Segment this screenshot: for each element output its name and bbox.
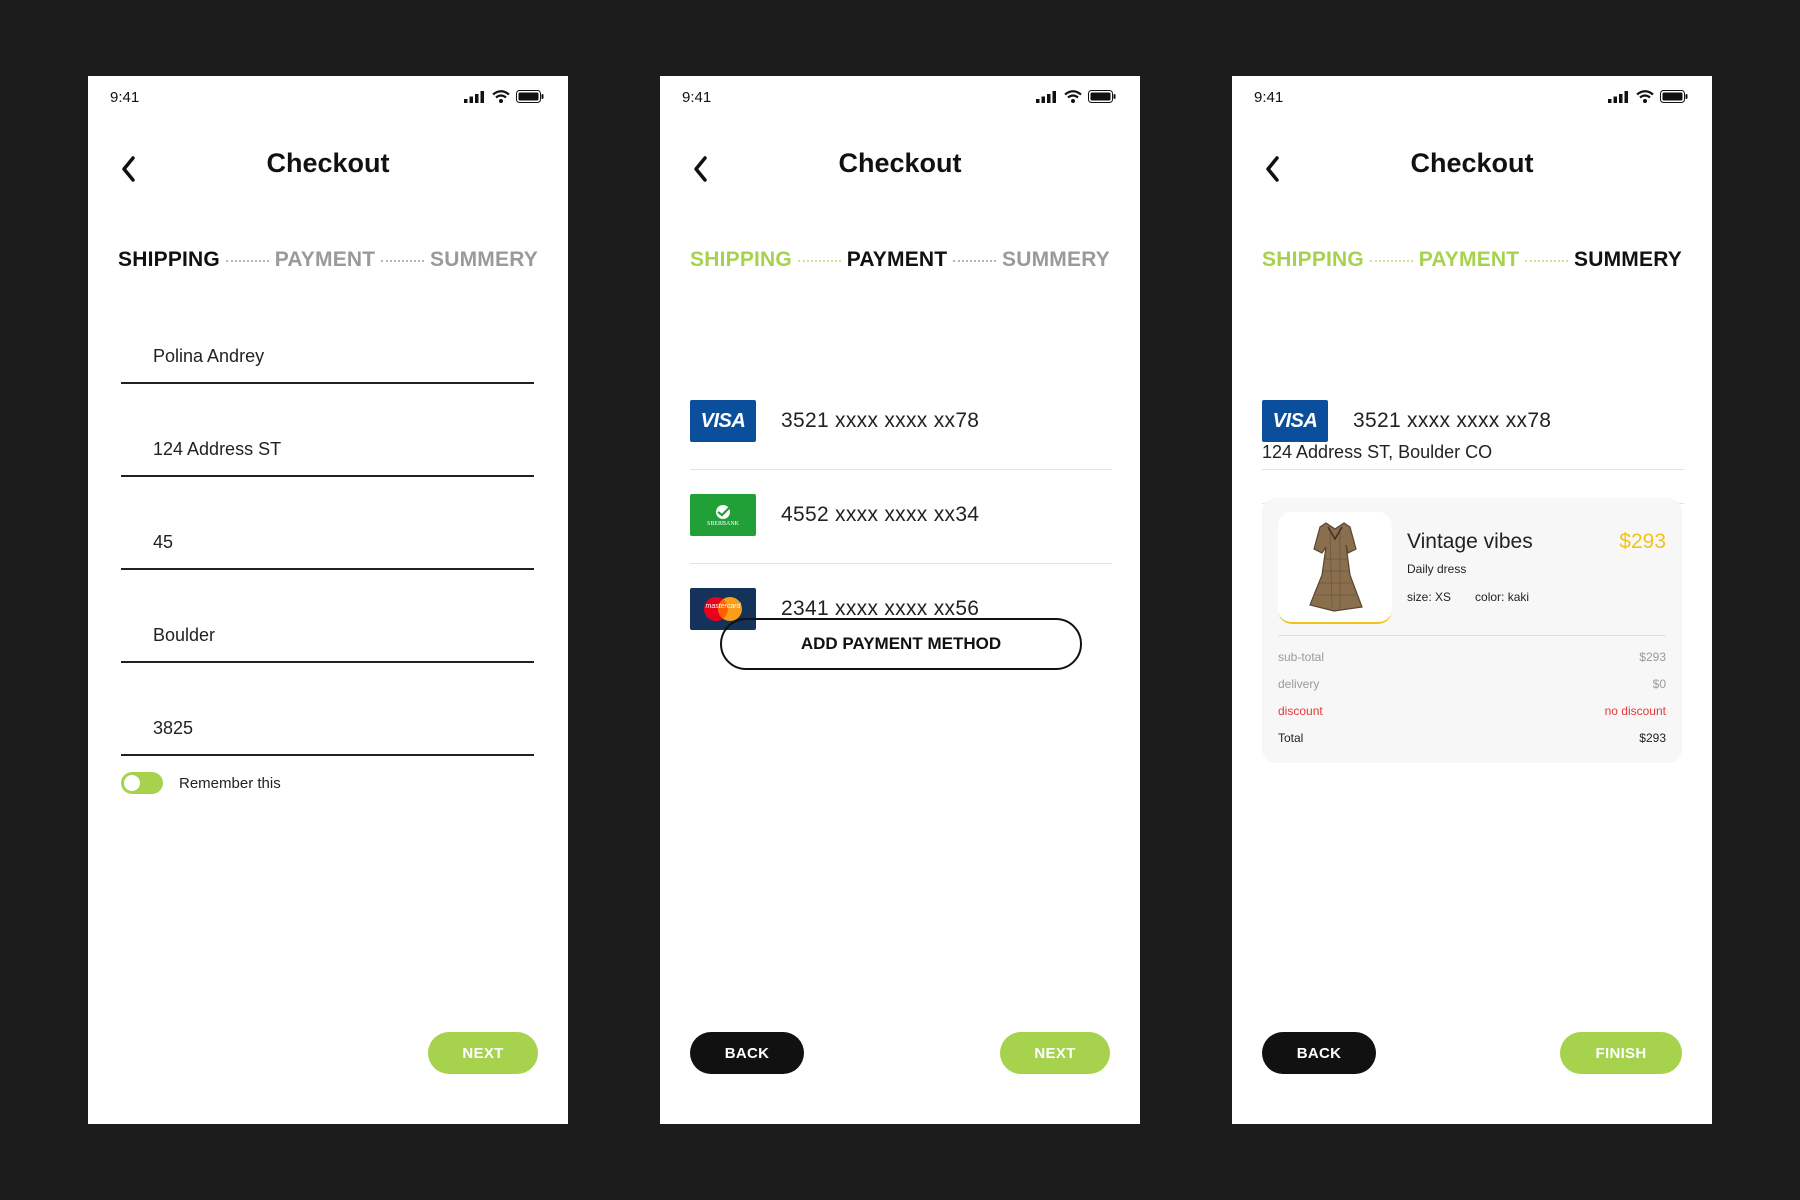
step-shipping[interactable]: SHIPPING: [690, 248, 792, 272]
wifi-icon: [1064, 90, 1082, 103]
step-connector: [797, 260, 841, 262]
city-field[interactable]: Boulder: [121, 603, 534, 663]
delivery-label: delivery: [1278, 677, 1320, 691]
apartment-field[interactable]: 45: [121, 510, 534, 570]
status-time: 9:41: [110, 89, 140, 106]
step-connector: [953, 260, 997, 262]
payment-screen: 9:41 Checkout SHIPPING PAYMENT SUMMERY V…: [660, 76, 1140, 1124]
finish-button[interactable]: FINISH: [1560, 1032, 1682, 1074]
discount-row: discount no discount: [1278, 704, 1666, 731]
dress-image: [1278, 512, 1392, 624]
remember-toggle[interactable]: [121, 772, 163, 794]
discount-value: no discount: [1604, 704, 1666, 718]
address-field[interactable]: 124 Address ST: [121, 417, 534, 477]
shipping-address: 124 Address ST, Boulder CO: [1262, 428, 1684, 504]
sberbank-mark-icon: [716, 504, 730, 519]
delivery-row: delivery $0: [1278, 677, 1666, 704]
product-color: color: kaki: [1475, 590, 1530, 604]
order-summary-card: Vintage vibes $293 Daily dress size: XS …: [1262, 498, 1682, 763]
subtotal-value: $293: [1639, 650, 1666, 664]
product-meta: size: XS color: kaki: [1407, 590, 1529, 604]
order-totals: sub-total $293 delivery $0 discount no d…: [1278, 650, 1666, 758]
step-summery[interactable]: SUMMERY: [430, 248, 538, 272]
step-payment[interactable]: PAYMENT: [275, 248, 376, 272]
step-summery[interactable]: SUMMERY: [1574, 248, 1682, 272]
city-field-value: Boulder: [153, 625, 216, 645]
step-connector: [1369, 260, 1413, 262]
step-shipping[interactable]: SHIPPING: [1262, 248, 1364, 272]
product-size: size: XS: [1407, 590, 1452, 604]
divider: [1278, 635, 1666, 636]
remember-label: Remember this: [179, 774, 281, 792]
add-payment-method-button[interactable]: ADD PAYMENT METHOD: [720, 618, 1082, 670]
page-title: Checkout: [266, 148, 390, 178]
visa-logo: VISA: [690, 400, 756, 442]
step-payment[interactable]: PAYMENT: [1419, 248, 1520, 272]
zip-field-value: 3825: [153, 718, 194, 738]
status-time: 9:41: [1254, 89, 1284, 106]
status-time: 9:41: [682, 89, 712, 106]
dress-icon: [1309, 522, 1363, 612]
back-button[interactable]: BACK: [1262, 1032, 1376, 1074]
apartment-field-value: 45: [153, 532, 174, 552]
name-field-value: Polina Andrey: [153, 346, 265, 366]
payment-card-row[interactable]: VISA 3521 xxxx xxxx xx78: [690, 376, 1112, 470]
toggle-knob: [124, 775, 140, 791]
subtotal-row: sub-total $293: [1278, 650, 1666, 677]
step-connector: [381, 260, 425, 262]
card-number: 4552 xxxx xxxx xx34: [781, 503, 980, 526]
status-icons: [464, 90, 544, 103]
step-connector: [1525, 260, 1569, 262]
back-button[interactable]: BACK: [690, 1032, 804, 1074]
card-number: 3521 xxxx xxxx xx78: [781, 409, 980, 432]
signal-icon: [464, 90, 484, 103]
name-field[interactable]: Polina Andrey: [121, 324, 534, 384]
product-subtitle: Daily dress: [1407, 562, 1467, 576]
next-button[interactable]: NEXT: [1000, 1032, 1110, 1074]
signal-icon: [1608, 90, 1628, 103]
sberbank-logo: SBERBANK: [690, 494, 756, 536]
payment-card-row[interactable]: SBERBANK 4552 xxxx xxxx xx34: [690, 470, 1112, 564]
step-shipping[interactable]: SHIPPING: [118, 248, 220, 272]
remember-row: Remember this: [121, 772, 281, 794]
checkout-stepper: SHIPPING PAYMENT SUMMERY: [690, 248, 1110, 272]
checkout-stepper: SHIPPING PAYMENT SUMMERY: [118, 248, 538, 272]
battery-icon: [516, 90, 544, 103]
next-button[interactable]: NEXT: [428, 1032, 538, 1074]
product-price: $293: [1619, 530, 1666, 553]
wifi-icon: [492, 90, 510, 103]
step-connector: [225, 260, 269, 262]
page-title: Checkout: [1410, 148, 1534, 178]
discount-label: discount: [1278, 704, 1323, 718]
total-value: $293: [1639, 731, 1666, 745]
total-label: Total: [1278, 731, 1304, 745]
step-payment[interactable]: PAYMENT: [847, 248, 948, 272]
address-field-value: 124 Address ST: [153, 439, 282, 459]
total-row: Total $293: [1278, 731, 1666, 758]
page-title: Checkout: [838, 148, 962, 178]
subtotal-label: sub-total: [1278, 650, 1325, 664]
step-summery[interactable]: SUMMERY: [1002, 248, 1110, 272]
battery-icon: [1088, 90, 1116, 103]
product-name: Vintage vibes: [1407, 530, 1533, 553]
wifi-icon: [1636, 90, 1654, 103]
battery-icon: [1660, 90, 1688, 103]
status-icons: [1608, 90, 1688, 103]
delivery-value: $0: [1652, 677, 1666, 691]
shipping-address-text: 124 Address ST, Boulder CO: [1262, 442, 1493, 462]
zip-field[interactable]: 3825: [121, 696, 534, 756]
checkout-stepper: SHIPPING PAYMENT SUMMERY: [1262, 248, 1682, 272]
summary-screen: 9:41 Checkout SHIPPING PAYMENT SUMMERY V…: [1232, 76, 1712, 1124]
shipping-screen: 9:41 Checkout SHIPPING PAYMENT SUMMERY P…: [88, 76, 568, 1124]
status-icons: [1036, 90, 1116, 103]
signal-icon: [1036, 90, 1056, 103]
